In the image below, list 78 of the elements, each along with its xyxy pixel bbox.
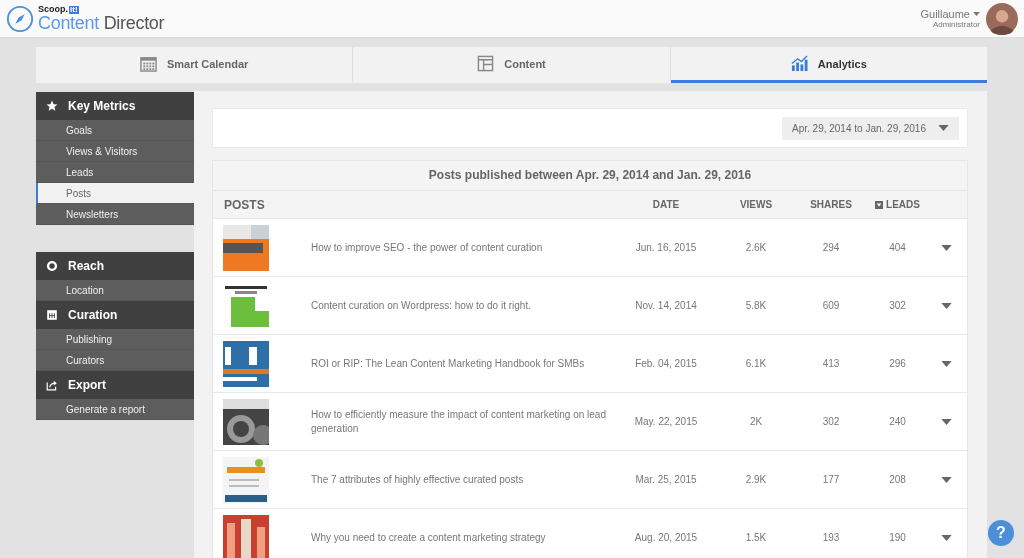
table-cell-text: Mar. 25, 2015 <box>634 474 698 485</box>
table-title: Posts published between Apr. 29, 2014 and Jan. 29, 2016 <box>213 161 967 191</box>
sort-icon <box>875 200 884 209</box>
table-cell-text: 296 <box>888 358 907 369</box>
table-cell-text: 190 <box>888 532 907 543</box>
table-cell-text: 609 <box>821 300 841 311</box>
section-title: Export <box>68 378 106 392</box>
user-menu[interactable]: Guillaume <box>920 8 980 20</box>
table-cell-text: 2.9K <box>744 474 768 485</box>
section-title: Reach <box>68 259 105 273</box>
share-icon <box>46 379 58 391</box>
table-cell-text: 208 <box>888 474 907 485</box>
logo-badge: it! <box>69 5 79 14</box>
post-title[interactable]: How to improve SEO - the power of content curation <box>311 240 543 255</box>
date-range-dropdown[interactable]: Apr. 29, 2014 to Jan. 29, 2016 <box>782 116 959 140</box>
compass-icon <box>6 4 34 33</box>
help-button[interactable]: ? <box>988 520 1014 546</box>
section-title: Key Metrics <box>68 99 136 113</box>
table-cell-text: 2K <box>748 416 764 427</box>
caret-icon <box>938 125 949 131</box>
column-header[interactable]: POSTS <box>213 197 612 212</box>
table-cell-text: 240 <box>888 416 907 427</box>
section-header[interactable]: Reach <box>36 252 194 280</box>
expand-icon[interactable] <box>940 360 952 367</box>
sidebar-item[interactable]: Newsletters <box>36 204 194 225</box>
sidebar-item[interactable]: Curators <box>36 350 194 371</box>
table-cell-text: 6.1K <box>744 358 768 369</box>
expand-icon[interactable] <box>940 302 952 309</box>
table-cell-text: Jun. 16, 2015 <box>634 242 698 253</box>
expand-icon[interactable] <box>940 476 952 483</box>
table-cell-text: 302 <box>888 300 907 311</box>
table-cell-text: 193 <box>821 532 841 543</box>
table-cell-text: 294 <box>821 242 841 253</box>
column-header[interactable]: SHARES <box>792 199 870 210</box>
caret-icon <box>973 12 980 16</box>
sidebar-item[interactable]: Generate a report <box>36 399 194 420</box>
column-header[interactable]: VIEWS <box>720 199 792 210</box>
logo-text: Scoop. <box>38 5 68 14</box>
table-cell-text: 5.8K <box>744 300 768 311</box>
section-title: Curation <box>68 308 118 322</box>
expand-icon[interactable] <box>940 534 952 541</box>
sidebar-item[interactable]: Goals <box>36 120 194 141</box>
column-header[interactable]: LEADS <box>870 199 925 210</box>
post-title[interactable]: The 7 attributes of highly effective curated posts <box>311 472 524 487</box>
post-title[interactable]: Content curation on Wordpress: how to do it right. <box>311 298 531 313</box>
column-header[interactable]: DATE <box>612 199 720 210</box>
table-cell-text: May. 22, 2015 <box>633 416 699 427</box>
table-cell-text: 1.5K <box>744 532 768 543</box>
table-cell-text: 413 <box>821 358 841 369</box>
table-cell-text: 404 <box>888 242 907 253</box>
expand-icon[interactable] <box>940 418 952 425</box>
table-cell-text: Aug. 20, 2015 <box>633 532 699 543</box>
post-title[interactable]: How to efficiently measure the impact of content marketing on lead generation <box>311 407 612 436</box>
post-title[interactable]: ROI or RIP: The Lean Content Marketing Handbook for SMBs <box>311 356 585 371</box>
section-header[interactable]: Key Metrics <box>36 92 194 120</box>
sidebar-item[interactable]: Views & Visitors <box>36 141 194 162</box>
expand-icon[interactable] <box>940 244 952 251</box>
layout-icon <box>477 55 495 72</box>
star-icon <box>46 100 58 112</box>
section-header[interactable]: Curation <box>36 301 194 329</box>
table-cell-text: Feb. 04, 2015 <box>634 358 698 369</box>
table-cell-text: 2.6K <box>744 242 768 253</box>
calendar-icon <box>140 55 157 72</box>
table-cell-text: 302 <box>821 416 841 427</box>
post-title[interactable]: Why you need to create a content marketing strategy <box>311 530 546 545</box>
table-cell-text: Nov. 14, 2014 <box>634 300 698 311</box>
sidebar-item[interactable]: Posts <box>36 183 194 204</box>
ring-icon <box>46 260 58 272</box>
table-cell-text: 177 <box>821 474 841 485</box>
sidebar-item[interactable]: Location <box>36 280 194 301</box>
avatar[interactable] <box>986 2 1018 35</box>
user-role: Administrator <box>932 20 980 29</box>
bar-chart-icon <box>790 55 808 72</box>
app-name: Content Director <box>38 14 165 32</box>
sidebar-item[interactable]: Leads <box>36 162 194 183</box>
grid-icon <box>46 309 58 321</box>
section-header[interactable]: Export <box>36 371 194 399</box>
sidebar-item[interactable]: Publishing <box>36 329 194 350</box>
